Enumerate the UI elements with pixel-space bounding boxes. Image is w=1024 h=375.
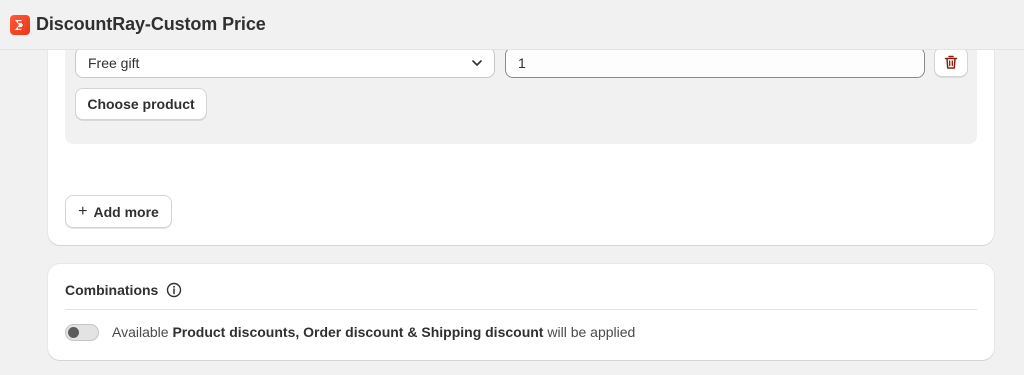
divider: [65, 309, 977, 310]
app-title: DiscountRay-Custom Price: [36, 14, 266, 34]
gift-type-select[interactable]: Free gift: [75, 47, 495, 78]
combinations-heading: Combinations: [65, 282, 182, 298]
quantity-value: 1: [518, 54, 526, 71]
add-more-label: Add more: [93, 203, 159, 220]
combinations-toggle[interactable]: [65, 324, 99, 341]
trash-icon: [944, 55, 958, 69]
gift-type-selected-value: Free gift: [88, 54, 140, 71]
app-header: DiscountRay-Custom Price: [0, 0, 1024, 50]
choose-product-label: Choose product: [87, 96, 195, 112]
rules-card: Free gift 1 Choose product + Add more: [48, 20, 994, 245]
description-prefix: Available: [112, 324, 173, 340]
info-icon[interactable]: [166, 282, 182, 298]
description-suffix: will be applied: [543, 324, 636, 340]
combinations-card: Combinations Available Product discounts…: [48, 264, 994, 360]
choose-product-button[interactable]: Choose product: [75, 88, 207, 120]
add-more-button[interactable]: + Add more: [65, 195, 172, 228]
combinations-title: Combinations: [65, 282, 159, 298]
toggle-knob: [68, 327, 79, 338]
chevron-down-icon: [472, 60, 482, 66]
discountray-logo-icon: [10, 14, 30, 35]
quantity-input[interactable]: 1: [505, 47, 925, 78]
plus-icon: +: [78, 202, 88, 220]
combinations-description: Available Product discounts, Order disco…: [112, 324, 635, 340]
description-bold: Product discounts, Order discount & Ship…: [172, 324, 544, 340]
delete-rule-button[interactable]: [934, 47, 968, 77]
